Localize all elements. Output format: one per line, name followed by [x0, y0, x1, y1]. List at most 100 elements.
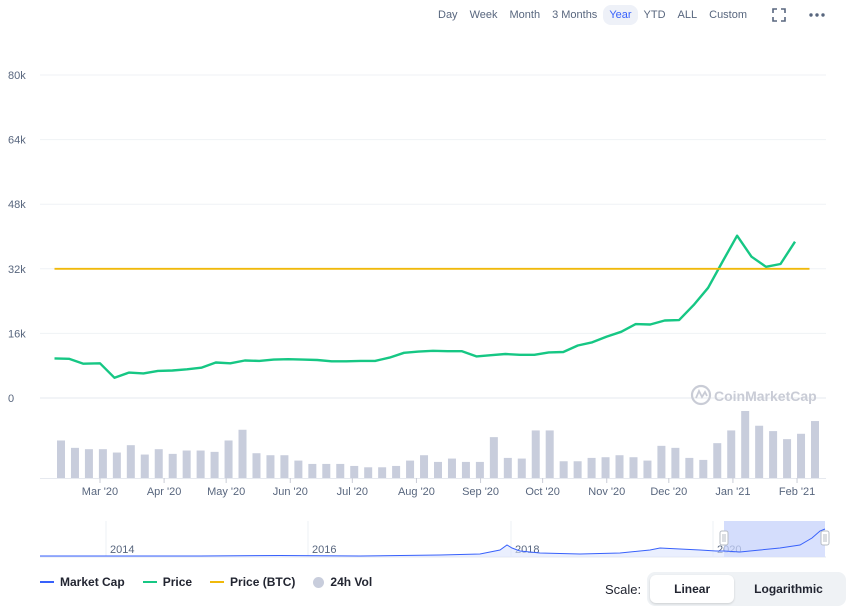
volume-bar [280, 455, 289, 478]
x-tick-label: Mar '20 [82, 486, 118, 498]
legend-swatch [142, 581, 157, 583]
navigator-handle-right[interactable] [820, 530, 830, 546]
tab-custom[interactable]: Custom [703, 5, 753, 25]
volume-bar [224, 440, 233, 478]
volume-bar [769, 431, 778, 478]
price-chart: 80k 64k 48k 32k 16k 0 CoinMarketCap Mar '20 Apr … [8, 70, 830, 558]
legend-item-24h-vol[interactable]: 24h Vol [313, 575, 372, 589]
legend-item-market-cap[interactable]: Market Cap [40, 575, 125, 589]
x-tick-label: Jan '21 [715, 486, 750, 498]
x-tick-label: Nov '20 [588, 486, 625, 498]
volume-bar [559, 461, 568, 478]
legend-label: 24h Vol [330, 575, 373, 589]
volume-bar [196, 450, 205, 478]
legend-swatch [40, 581, 54, 583]
volume-bar [615, 455, 624, 478]
volume-bar [168, 453, 177, 478]
x-tick-label: Aug '20 [398, 486, 435, 498]
tab-all[interactable]: ALL [672, 5, 704, 25]
volume-bar [182, 450, 191, 478]
time-range-tabs: Day Week Month 3 Months Year YTD ALL Custom [432, 5, 753, 25]
x-tick-label: Oct '20 [525, 486, 560, 498]
volume-bar [336, 463, 345, 478]
volume-bar [517, 458, 526, 478]
series-line-price [54, 234, 797, 379]
volume-bar [489, 437, 498, 478]
time-navigator: 2014201620182020 [40, 521, 830, 558]
scale-switch: Scale: Linear Logarithmic [605, 572, 846, 606]
tab-week[interactable]: Week [464, 5, 504, 25]
y-tick-label: 32k [8, 264, 26, 276]
volume-bar [126, 445, 135, 478]
fullscreen-icon-glyph [772, 8, 786, 22]
volume-bar [671, 447, 680, 478]
volume-bar [84, 449, 93, 478]
fullscreen-icon[interactable] [770, 6, 788, 24]
y-tick-label: 48k [8, 199, 26, 211]
volume-bar [420, 455, 429, 478]
navigator-year-label: 2014 [110, 544, 134, 556]
volume-bar [112, 452, 121, 478]
volume-bar [629, 457, 638, 478]
volume-bar [406, 460, 415, 478]
legend-label: Price [162, 575, 193, 589]
coinmarketcap-logo-mark [695, 388, 708, 399]
scale-toggle-group: Linear Logarithmic [647, 572, 846, 606]
volume-bar [154, 449, 163, 478]
handle-grip [820, 530, 830, 546]
scale-linear-button[interactable]: Linear [650, 575, 735, 603]
x-tick-label: May '20 [207, 486, 245, 498]
navigator-handle-left[interactable] [719, 530, 729, 546]
volume-bar [378, 467, 387, 478]
handle-grip [719, 530, 729, 546]
volume-bar [657, 445, 666, 478]
volume-bar [308, 463, 317, 478]
volume-bar [266, 455, 275, 478]
volume-bar [210, 451, 219, 478]
watermark: CoinMarketCap [690, 384, 817, 406]
more-icon[interactable] [808, 6, 826, 24]
volume-bar [713, 443, 722, 478]
y-tick-label: 64k [8, 135, 26, 147]
tab-ytd[interactable]: YTD [638, 5, 672, 25]
x-tick-label: Apr '20 [147, 486, 182, 498]
legend-swatch [313, 576, 325, 588]
tab-day[interactable]: Day [432, 5, 464, 25]
volume-bar [503, 457, 512, 478]
tab-year[interactable]: Year [603, 5, 638, 25]
volume-bar [461, 461, 470, 478]
more-icon-glyph [809, 13, 825, 17]
volume-bar [392, 465, 401, 478]
volume-bar [811, 421, 819, 478]
legend-label: Market Cap [60, 575, 125, 589]
scale-logarithmic-button[interactable]: Logarithmic [734, 575, 843, 603]
volume-bar [685, 457, 694, 478]
volume-bar [350, 465, 359, 478]
tab-3-months[interactable]: 3 Months [546, 5, 603, 25]
y-tick-label: 80k [8, 70, 26, 82]
volume-bar [643, 460, 652, 478]
volume-bar [434, 461, 442, 478]
x-tick-label: Dec '20 [650, 486, 687, 498]
volume-bar [573, 461, 582, 478]
volume-bar [587, 457, 596, 478]
volume-bar [322, 463, 331, 478]
tab-month[interactable]: Month [503, 5, 546, 25]
volume-bar [57, 440, 65, 478]
scale-label: Scale: [605, 581, 642, 597]
x-tick-label: Jun '20 [273, 486, 308, 498]
volume-bar [238, 429, 247, 478]
y-tick-label: 16k [8, 328, 26, 340]
x-tick-label: Jul '20 [337, 486, 368, 498]
volume-bar [140, 454, 149, 478]
watermark-text: CoinMarketCap [714, 388, 817, 404]
x-tick-label: Feb '21 [779, 486, 815, 498]
volume-bar [294, 460, 303, 478]
legend-item-price[interactable]: Price [142, 575, 193, 589]
volume-bar [797, 433, 806, 478]
volume-bar [783, 439, 792, 478]
volume-bar [98, 449, 107, 478]
volume-bar [699, 459, 708, 478]
legend-item-price-btc[interactable]: Price (BTC) [210, 575, 295, 589]
volume-bar [741, 411, 750, 478]
